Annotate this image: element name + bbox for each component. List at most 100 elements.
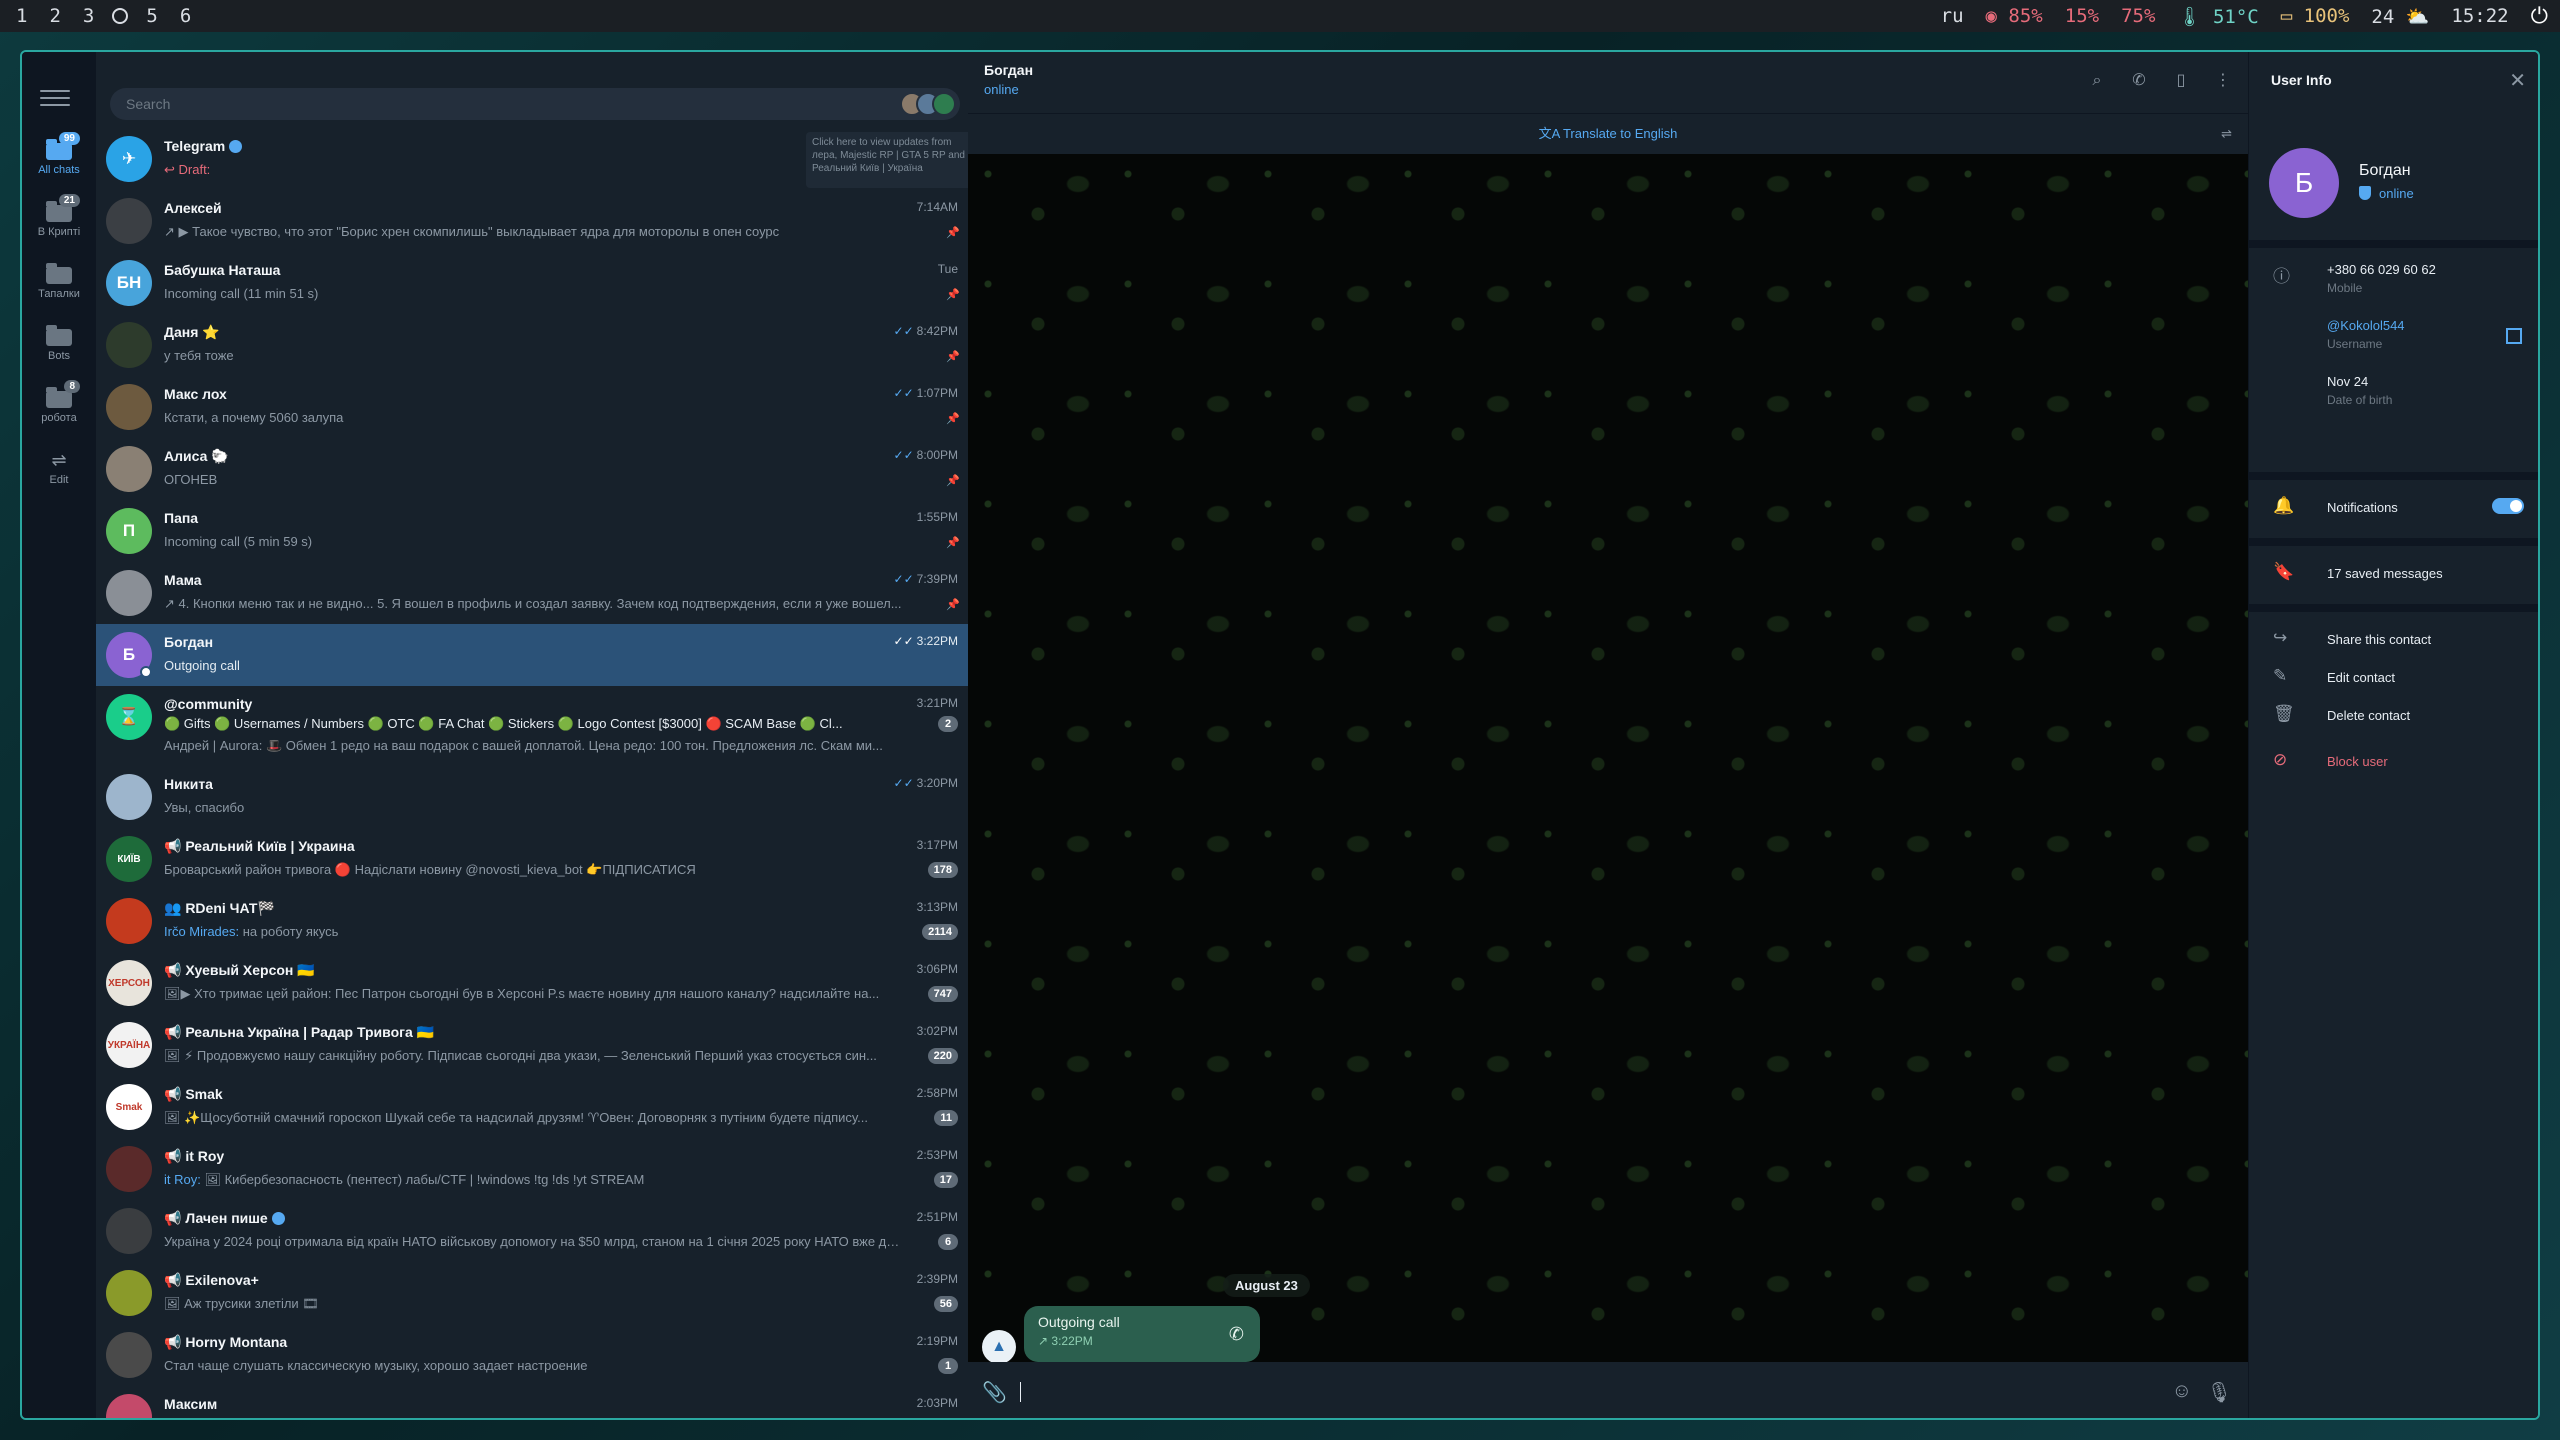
- status-area: ru ◉ 85% 15% 75% 🌡 51°C ▭ 100% 24 ⛅ 15:2…: [1941, 4, 2548, 29]
- folder-work[interactable]: 8 робота: [22, 380, 96, 424]
- chat-row[interactable]: ⌛ @community 3:21PM 🟢 Gifts 🟢 Usernames / N…: [96, 686, 968, 766]
- edit-contact-button[interactable]: Edit contact: [2327, 670, 2395, 685]
- chat-row[interactable]: КИЇВ 📢 Реальний Київ | Украина 3:17PM Брова…: [96, 828, 968, 890]
- chat-row[interactable]: 👥 RDeni ЧАТ🏁 3:13PM Irčo Mirades: на робот…: [96, 890, 968, 952]
- search-input[interactable]: Search: [110, 88, 960, 120]
- chat-name: 📢 it Roy: [164, 1148, 224, 1165]
- chat-time-text: 2:39PM: [916, 1272, 958, 1286]
- chat-row[interactable]: Алексей 7:14AM ↗ ▶ Такое чувство, что этот…: [96, 190, 968, 252]
- chat-area: Богдан online ⌕ ✆ ▯ ⋮ 文A Translate to En…: [968, 52, 2248, 1418]
- chat-row[interactable]: Никита ✓✓ 3:20PM Увы, спасибо: [96, 766, 968, 828]
- chat-row[interactable]: БН Бабушка Наташа Tue Incoming call (11 min…: [96, 252, 968, 314]
- workspace-3[interactable]: 3: [79, 5, 98, 27]
- chat-time: ✓✓ 7:39PM: [894, 572, 958, 586]
- username-field[interactable]: @Kokolol544 Username: [2327, 318, 2405, 351]
- chat-row[interactable]: 📢 Horny Montana 2:19PM Стал чаще слушать к…: [96, 1324, 968, 1386]
- folder-label: В Крипті: [37, 226, 81, 238]
- pin-icon: 📌: [946, 537, 960, 549]
- chat-row[interactable]: Мама ✓✓ 7:39PM ↗ 4. Кнопки меню так и не ви…: [96, 562, 968, 624]
- emoji-icon[interactable]: ☺: [2172, 1380, 2192, 1403]
- call-back-icon[interactable]: ✆: [1229, 1324, 1244, 1345]
- translate-settings-icon[interactable]: ⇌: [2221, 114, 2232, 154]
- chat-time: 2:03PM: [917, 1396, 958, 1410]
- chat-row[interactable]: 📢 Лачен пише 2:51PM Україна у 2024 році от…: [96, 1200, 968, 1262]
- attach-icon[interactable]: 📎: [982, 1380, 1007, 1405]
- avatar: [106, 322, 152, 368]
- chat-row[interactable]: Алиса 🐑 ✓✓ 8:00PM ОГОНЕВ 📌: [96, 438, 968, 500]
- clock: 15:22: [2451, 5, 2509, 27]
- chat-row[interactable]: Б Богдан ✓✓ 3:22PM Outgoing call: [96, 624, 968, 686]
- chat-time: 3:02PM: [917, 1024, 958, 1038]
- read-check-icon: ✓✓: [893, 386, 914, 400]
- avatar: ⌛: [106, 694, 152, 740]
- chat-row[interactable]: 📢 it Roy 2:53PM it Roy: 🖼 Кибербезопасност…: [96, 1138, 968, 1200]
- workspace-1[interactable]: 1: [12, 5, 31, 27]
- pin-icon: 📌: [946, 599, 960, 611]
- chat-name: @community: [164, 696, 252, 712]
- memory-value: 85%: [2008, 5, 2043, 27]
- keyboard-layout[interactable]: ru: [1941, 5, 1964, 27]
- sliders-icon: ⇌: [51, 450, 67, 470]
- power-icon[interactable]: ⏻: [2531, 4, 2548, 29]
- workspace-5[interactable]: 5: [142, 5, 161, 27]
- translate-button[interactable]: Translate to English: [1563, 126, 1677, 141]
- sender-avatar[interactable]: ▲: [982, 1330, 1016, 1364]
- chat-name-text: 📢 Horny Montana: [164, 1334, 288, 1350]
- avatar: БН: [106, 260, 152, 306]
- qr-code-icon[interactable]: [2506, 328, 2522, 344]
- profile-avatar[interactable]: Б: [2269, 148, 2339, 218]
- avatar: [106, 198, 152, 244]
- chat-row[interactable]: ✈ Telegram ↩ Draft:: [96, 128, 968, 190]
- folder-tapalki[interactable]: Тапалки: [22, 263, 96, 300]
- chat-row[interactable]: Максим 2:03PM: [96, 1386, 968, 1418]
- workspace-2[interactable]: 2: [45, 5, 64, 27]
- folder-crypto[interactable]: 21 В Крипті: [22, 194, 96, 238]
- chat-name: 👥 RDeni ЧАТ🏁: [164, 900, 275, 917]
- message-input[interactable]: [1020, 1382, 1021, 1402]
- chat-row[interactable]: П Папа 1:55PM Incoming call (5 min 59 s) 📌: [96, 500, 968, 562]
- user-info-panel: User Info ✕ Б Богдан online ⓘ +380 66 02…: [2248, 52, 2538, 1418]
- chat-time-text: 3:06PM: [916, 962, 958, 976]
- share-contact-button[interactable]: Share this contact: [2327, 632, 2431, 647]
- chat-row[interactable]: Даня ⭐ ✓✓ 8:42PM у тебя тоже 📌: [96, 314, 968, 376]
- chat-time-text: 7:14AM: [916, 200, 958, 214]
- chat-row[interactable]: Smak 📢 Smak 2:58PM 🖼 ✨Щосуботній смачний го…: [96, 1076, 968, 1138]
- folder-edit[interactable]: ⇌ Edit: [22, 450, 96, 486]
- chat-row[interactable]: ХЕРСОН 📢 Хуевый Херсон 🇺🇦 3:06PM 🖼▶ Хто три…: [96, 952, 968, 1014]
- chat-name: 📢 Smak: [164, 1086, 223, 1103]
- phone-icon[interactable]: ✆: [2130, 72, 2148, 90]
- close-icon[interactable]: ✕: [2509, 68, 2526, 93]
- chat-time: 2:51PM: [917, 1210, 958, 1224]
- chat-row[interactable]: 📢 Exilenova+ 2:39PM 🖼 Аж трусики злетіли 🎞…: [96, 1262, 968, 1324]
- delete-contact-button[interactable]: Delete contact: [2327, 708, 2410, 723]
- avatar: [106, 1332, 152, 1378]
- chat-title[interactable]: Богдан: [984, 62, 1033, 78]
- phone-value: +380 66 029 60 62: [2327, 262, 2436, 277]
- notifications-toggle[interactable]: [2492, 498, 2524, 514]
- microphone-icon[interactable]: 🎙: [2207, 1380, 2232, 1405]
- workspace-current-indicator[interactable]: [112, 8, 129, 24]
- unread-badge: 11: [934, 1110, 958, 1126]
- chat-time-text: 7:39PM: [916, 572, 958, 586]
- chat-row[interactable]: УКРАЇНА 📢 Реальна Україна | Радар Тривога…: [96, 1014, 968, 1076]
- username-label: Username: [2327, 337, 2383, 351]
- verified-icon: [271, 1212, 285, 1225]
- saved-messages-link[interactable]: 17 saved messages: [2327, 566, 2443, 581]
- stories-avatars[interactable]: [900, 92, 956, 116]
- chat-name: Алексей: [164, 200, 222, 216]
- hamburger-menu-icon[interactable]: [40, 90, 70, 112]
- call-message[interactable]: Outgoing call ↗ 3:22PM ✆: [1024, 1306, 1260, 1362]
- folder-bots[interactable]: Bots: [22, 325, 96, 362]
- workspace-6[interactable]: 6: [176, 5, 195, 27]
- chat-preview: 🖼 ⚡ Продовжуємо нашу санкційну роботу. П…: [164, 1048, 877, 1063]
- sidebar-toggle-icon[interactable]: ▯: [2172, 72, 2190, 90]
- memory-usage: ◉ 85%: [1985, 5, 2043, 27]
- block-user-button[interactable]: Block user: [2327, 754, 2388, 769]
- more-vertical-icon[interactable]: ⋮: [2214, 72, 2232, 90]
- search-icon[interactable]: ⌕: [2088, 72, 2106, 90]
- phone-field[interactable]: +380 66 029 60 62 Mobile: [2327, 262, 2436, 295]
- chat-row[interactable]: Макс лох ✓✓ 1:07PM Кстати, а почему 5060 за…: [96, 376, 968, 438]
- folder-all-chats[interactable]: 99 All chats: [22, 132, 96, 176]
- divider: [2249, 604, 2538, 612]
- unread-badge: 2: [938, 716, 958, 732]
